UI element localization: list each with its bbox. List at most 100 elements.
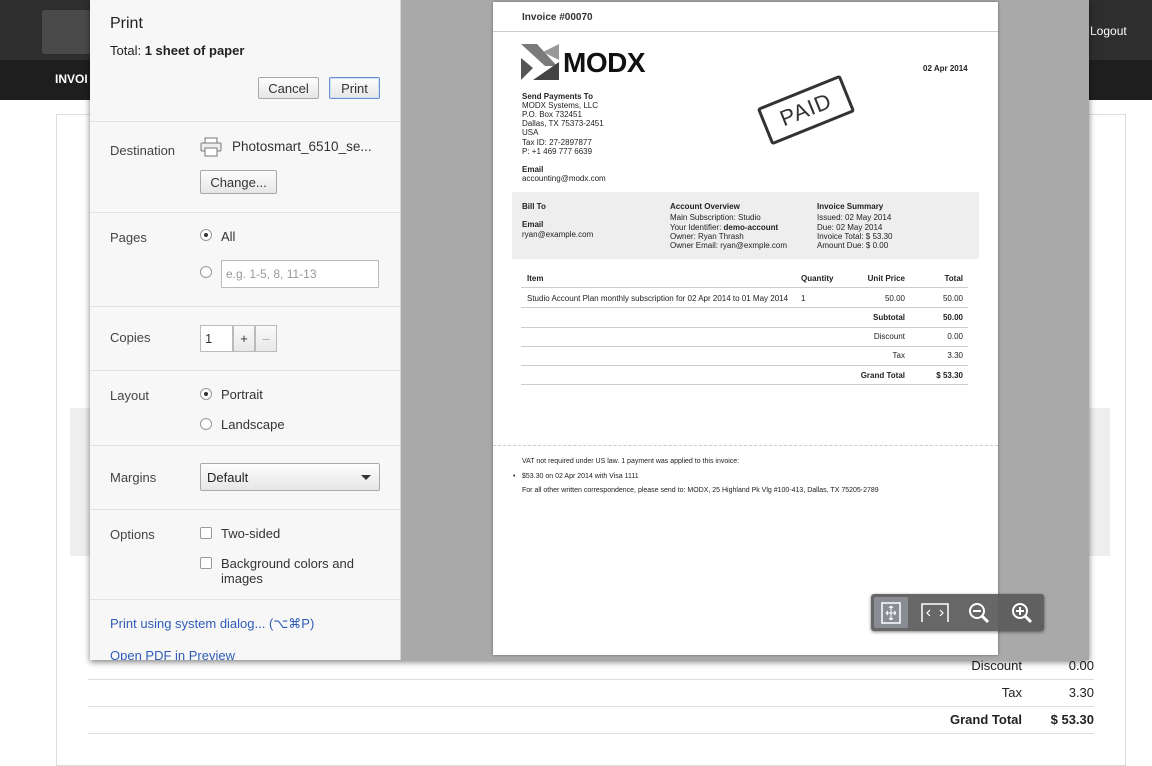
background-graphics-label-cont: images — [221, 571, 263, 586]
identifier-label: Your Identifier: — [670, 223, 724, 232]
open-pdf-link[interactable]: Open PDF in Preview — [110, 648, 235, 660]
divider — [90, 212, 400, 213]
portrait-label: Portrait — [221, 387, 263, 402]
divider — [521, 346, 968, 347]
print-settings-sidebar: Print Total: 1 sheet of paper Cancel Pri… — [90, 0, 401, 660]
send-payments-title: Send Payments To — [522, 92, 593, 101]
bill-to-email-label: Email — [522, 220, 544, 229]
subtotal-value: 50.00 — [942, 313, 963, 322]
grand-total-value: $ 53.30 — [936, 371, 963, 380]
print-button[interactable]: Print — [329, 77, 380, 99]
modx-logo-icon — [519, 42, 561, 82]
table-header-unit-price: Unit Price — [867, 274, 905, 283]
summary-line: Amount Due: $ 0.00 — [817, 241, 889, 250]
correspondence-note: For all other written correspondence, pl… — [522, 487, 879, 494]
vat-note: VAT not required under US law. 1 payment… — [522, 458, 740, 465]
discount-value: 0.00 — [947, 332, 963, 341]
sender-line: Dallas, TX 75373-2451 — [522, 119, 604, 128]
landscape-label: Landscape — [221, 417, 285, 432]
sender-email-label: Email — [522, 165, 544, 174]
system-dialog-link[interactable]: Print using system dialog... (⌥⌘P) — [110, 616, 314, 632]
printer-icon — [200, 137, 222, 157]
divider — [521, 307, 968, 308]
divider — [521, 384, 968, 385]
tax-value: 3.30 — [947, 351, 963, 360]
fit-page-icon[interactable] — [874, 597, 908, 628]
summary-line: Due: 02 May 2014 — [817, 223, 883, 232]
two-sided-checkbox[interactable] — [200, 527, 212, 539]
sheet-count: Total: 1 sheet of paper — [110, 43, 244, 58]
discount-value: 0.00 — [1068, 658, 1094, 673]
pages-range-radio[interactable] — [200, 266, 212, 278]
table-header-total: Total — [944, 274, 963, 283]
nav-item-invoices[interactable]: INVOI — [55, 72, 88, 86]
line-item-total: 50.00 — [942, 294, 963, 303]
discount-label: Discount — [873, 332, 905, 341]
user-menu-button[interactable] — [42, 10, 92, 54]
portrait-radio[interactable] — [200, 388, 212, 400]
total-label: Total: — [110, 43, 142, 58]
options-label: Options — [110, 527, 155, 542]
line-item-quantity: 1 — [801, 294, 806, 303]
table-header-item: Item — [527, 274, 544, 283]
divider — [88, 706, 1094, 707]
sender-line: USA — [522, 128, 539, 137]
account-line: Owner Email: ryan@exmple.com — [670, 241, 788, 250]
summary-line: Invoice Total: $ 53.30 — [817, 232, 893, 241]
payment-entry: $53.30 on 02 Apr 2014 with Visa 1111 — [522, 473, 639, 480]
pages-all-radio[interactable] — [200, 229, 212, 241]
logout-link[interactable]: Logout — [1090, 24, 1127, 38]
account-overview-title: Account Overview — [670, 202, 740, 211]
margins-select[interactable]: Default — [200, 463, 380, 491]
pages-range-input[interactable]: e.g. 1-5, 8, 11-13 — [221, 260, 379, 288]
zoom-in-icon[interactable] — [1005, 597, 1039, 628]
account-line: Owner: Ryan Thrash — [670, 232, 744, 241]
line-item-unit-price: 50.00 — [884, 294, 905, 303]
layout-label: Layout — [110, 388, 150, 403]
zoom-toolbar — [871, 594, 1044, 631]
divider — [521, 327, 968, 328]
pages-label: Pages — [110, 230, 147, 245]
divider — [90, 370, 400, 371]
copies-decrement-button[interactable]: – — [255, 325, 277, 352]
destination-label: Destination — [110, 143, 176, 158]
divider — [521, 287, 968, 288]
table-header-quantity: Quantity — [801, 274, 834, 283]
print-preview-page: Invoice #00070 MODX 02 Apr 2014 PAID Sen… — [493, 2, 998, 655]
landscape-radio[interactable] — [200, 418, 212, 430]
printer-name: Photosmart_6510_se... — [232, 139, 372, 154]
subtotal-label: Subtotal — [873, 313, 905, 322]
total-value: 1 sheet of paper — [144, 43, 245, 58]
bill-to-email: ryan@example.com — [522, 230, 594, 239]
copies-label: Copies — [110, 330, 151, 345]
fit-width-icon[interactable] — [918, 597, 952, 628]
sender-line: P: +1 469 777 6639 — [522, 147, 593, 156]
summary-line: Issued: 02 May 2014 — [817, 213, 892, 222]
invoice-date: 02 Apr 2014 — [923, 64, 968, 73]
background-graphics-label: Background colors and — [221, 556, 354, 571]
divider — [90, 306, 400, 307]
discount-label: Discount — [971, 658, 1022, 673]
identifier-value: demo-account — [723, 223, 779, 232]
copies-increment-button[interactable]: + — [233, 325, 255, 352]
tax-label: Tax — [1001, 685, 1022, 700]
divider — [88, 679, 1094, 680]
divider — [521, 365, 968, 366]
pages-all-label: All — [221, 229, 236, 244]
grand-total-value: $ 53.30 — [1050, 712, 1094, 727]
background-graphics-checkbox[interactable] — [200, 557, 212, 569]
divider — [90, 509, 400, 510]
tax-value: 3.30 — [1068, 685, 1094, 700]
bullet: • — [513, 473, 516, 480]
divider — [493, 31, 998, 32]
account-line: Main Subscription: Studio — [670, 213, 761, 222]
paid-stamp: PAID — [756, 74, 856, 146]
sender-email: accounting@modx.com — [522, 174, 606, 183]
divider — [90, 599, 400, 600]
change-destination-button[interactable]: Change... — [200, 170, 277, 194]
zoom-out-icon[interactable] — [962, 597, 996, 628]
copies-input[interactable]: 1 — [200, 325, 233, 352]
cancel-button[interactable]: Cancel — [258, 77, 319, 99]
divider — [90, 445, 400, 446]
sender-line: Tax ID: 27-2897877 — [522, 138, 592, 147]
